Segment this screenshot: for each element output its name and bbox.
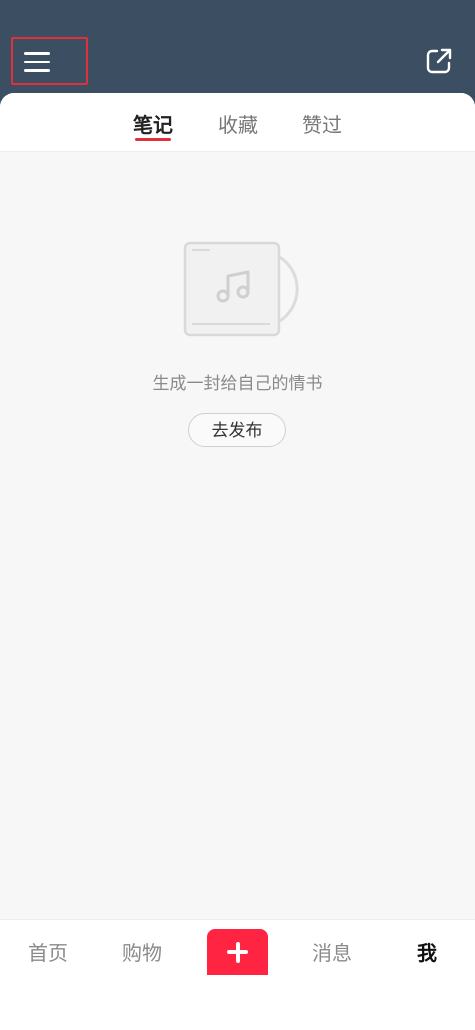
tab-liked[interactable]: 赞过	[302, 109, 342, 139]
nav-messages[interactable]: 消息	[312, 937, 352, 966]
tab-notes[interactable]: 笔记	[133, 109, 173, 139]
share-external-icon	[426, 48, 452, 74]
tab-favorites[interactable]: 收藏	[218, 109, 258, 139]
nav-me[interactable]: 我	[417, 937, 437, 966]
hamburger-menu-icon	[24, 52, 50, 72]
active-tab-indicator	[135, 138, 171, 141]
share-button[interactable]	[424, 46, 454, 76]
empty-state-message: 生成一封给自己的情书	[152, 374, 323, 394]
add-post-button[interactable]	[207, 929, 268, 975]
menu-button[interactable]	[11, 37, 88, 85]
bottom-nav: 首页 购物 消息 我	[0, 919, 475, 1030]
music-album-icon	[183, 241, 299, 337]
publish-button[interactable]: 去发布	[188, 413, 286, 447]
nav-home[interactable]: 首页	[28, 937, 68, 966]
content-panel: 笔记 收藏 赞过 生成一封给自己的情书 去发布	[0, 93, 475, 919]
profile-tabs: 笔记 收藏 赞过	[0, 93, 475, 152]
nav-shopping[interactable]: 购物	[122, 937, 162, 966]
